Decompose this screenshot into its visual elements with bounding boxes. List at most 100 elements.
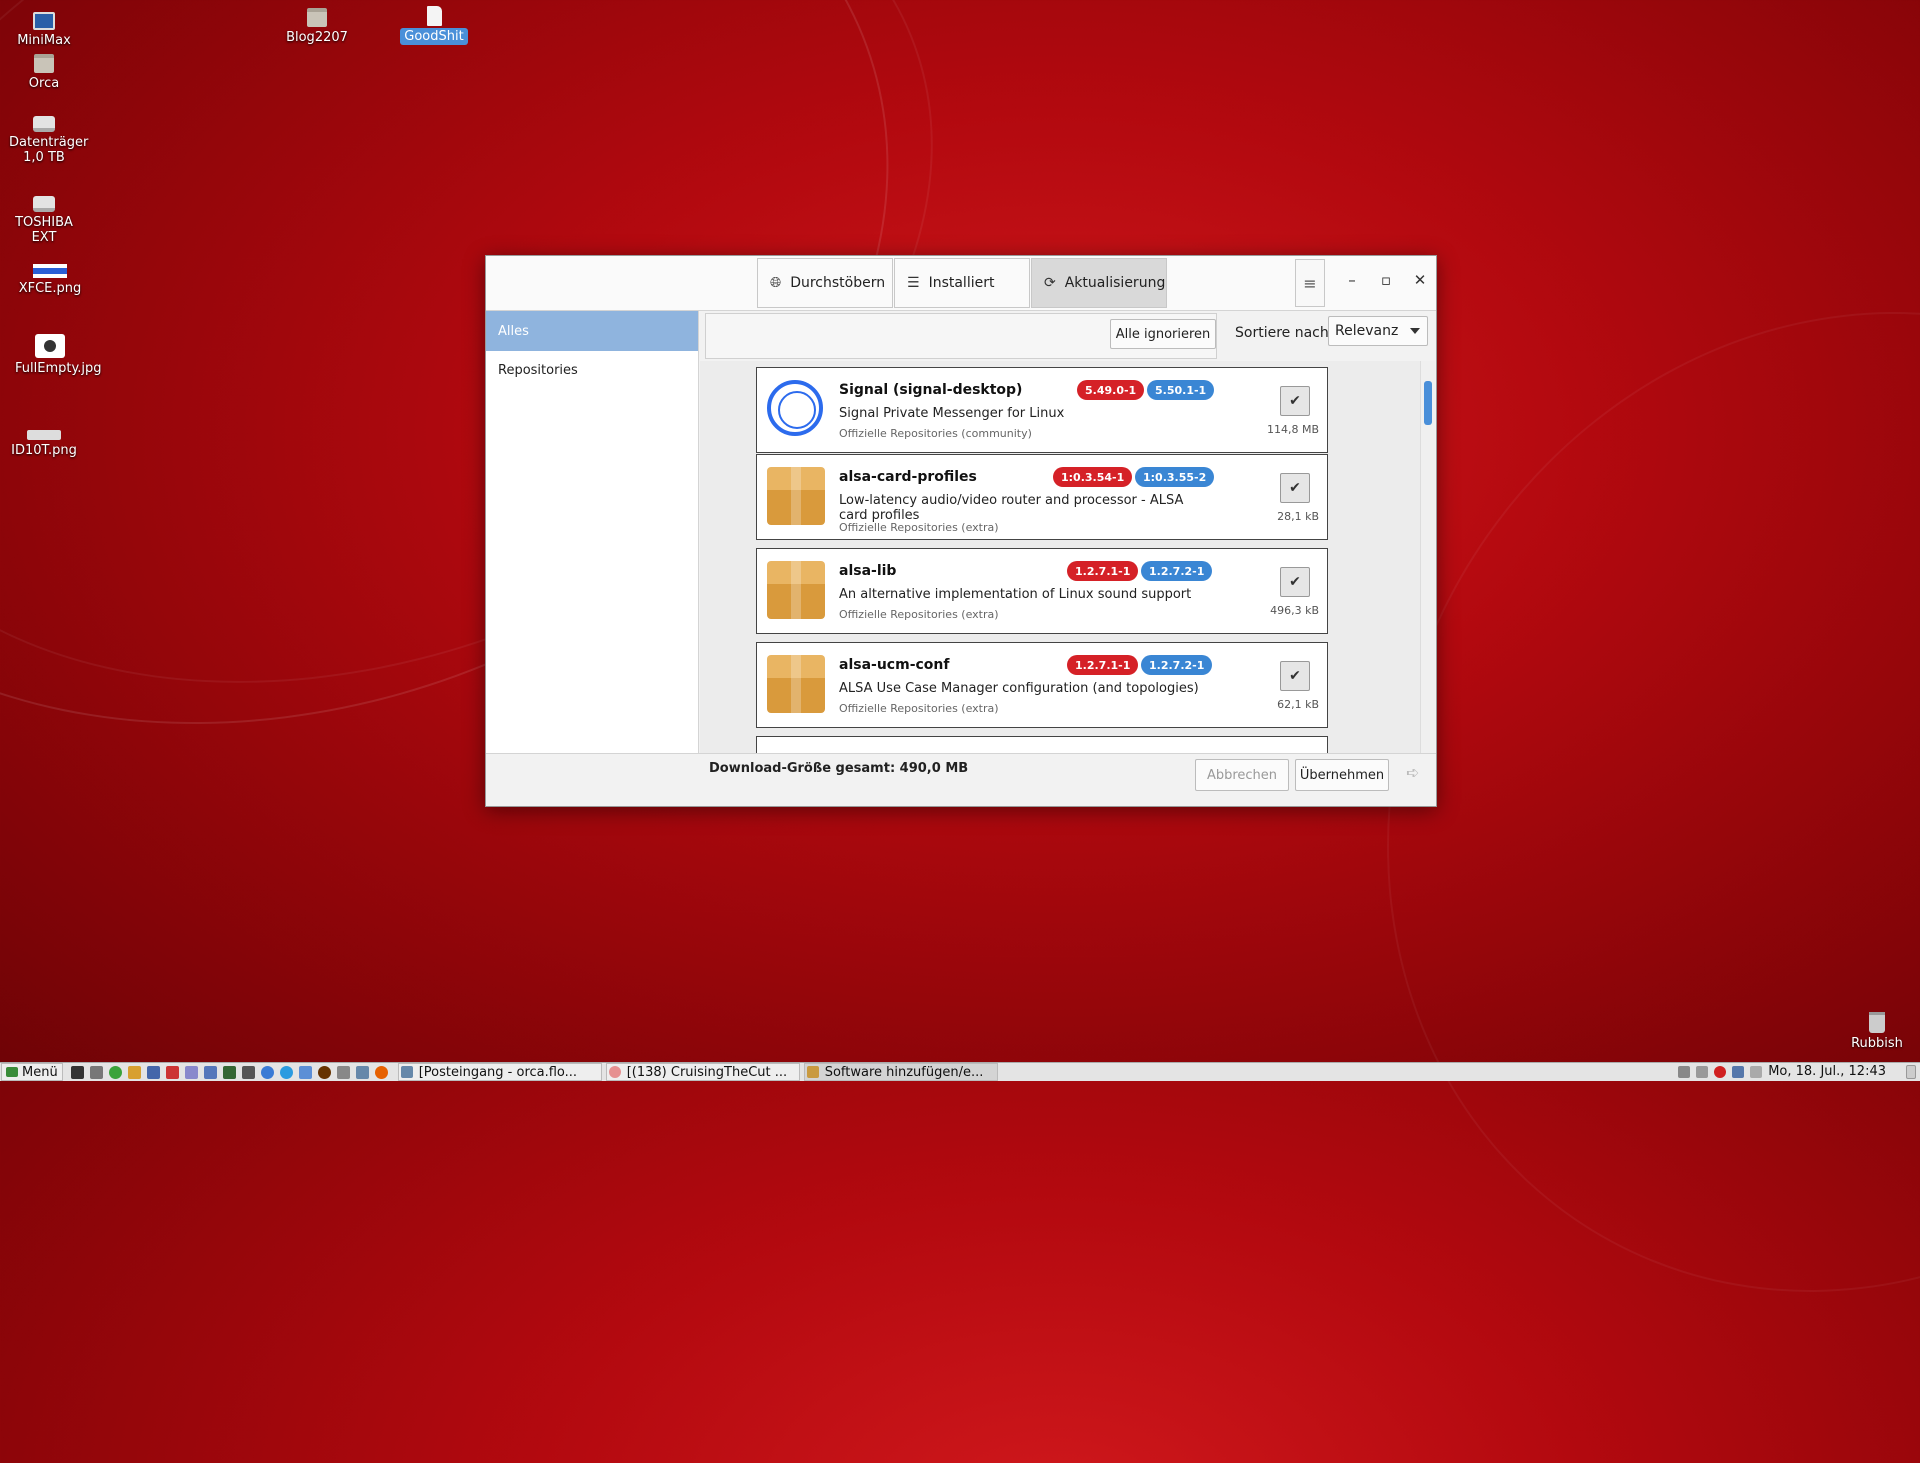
signal-icon <box>767 380 823 436</box>
image-file-icon <box>27 430 61 440</box>
trash-icon <box>1869 1012 1885 1033</box>
tab-updates[interactable]: ⟳ Aktualisierungen <box>1031 258 1167 308</box>
package-icon <box>806 1066 819 1078</box>
network-icon[interactable] <box>146 1065 160 1079</box>
package-card-signal[interactable]: Signal (signal-desktop) 5.49.0-1 5.50.1-… <box>756 367 1328 453</box>
new-version-badge: 1:0.3.55-2 <box>1135 467 1215 487</box>
package-card-alsa-ucm-conf[interactable]: alsa-ucm-conf 1.2.7.1-1 1.2.7.2-1 ALSA U… <box>756 642 1328 728</box>
taskbar: Menü [Posteingang - orca.flo... [(138) C… <box>0 1062 1920 1081</box>
update-alert-icon[interactable] <box>1714 1065 1727 1078</box>
firefox-icon[interactable] <box>374 1065 388 1079</box>
new-version-badge: 5.50.1-1 <box>1147 380 1215 400</box>
taskbar-task-mail[interactable]: [Posteingang - orca.flo... <box>397 1063 602 1081</box>
settings-icon[interactable] <box>127 1065 141 1079</box>
keyboard-icon[interactable] <box>1750 1065 1763 1078</box>
app-icon[interactable] <box>336 1065 350 1079</box>
app-icon[interactable] <box>165 1065 179 1079</box>
desktop-icon-xfce[interactable]: XFCE.png <box>2 264 98 297</box>
tab-installed[interactable]: ☰ Installiert <box>894 258 1030 308</box>
package-icon <box>767 467 825 525</box>
start-menu-button[interactable]: Menü <box>1 1063 63 1081</box>
hamburger-menu-button[interactable]: ≡ <box>1295 259 1325 307</box>
package-description: An alternative implementation of Linux s… <box>839 587 1192 602</box>
software-manager-window: 🌐︎ Durchstöbern ☰ Installiert ⟳ Aktualis… <box>485 255 1437 807</box>
cancel-button[interactable]: Abbrechen <box>1195 759 1289 791</box>
old-version-badge: 1:0.3.54-1 <box>1053 467 1133 487</box>
close-button[interactable]: ✕ <box>1408 268 1432 292</box>
network-icon[interactable] <box>1696 1065 1709 1078</box>
maximize-icon: ▫ <box>1380 271 1392 289</box>
apply-button[interactable]: Übernehmen <box>1295 759 1389 791</box>
taskbar-task-software[interactable]: Software hinzufügen/e... <box>803 1063 998 1081</box>
globe-icon: 🌐︎ <box>770 275 782 291</box>
forward-arrow-icon[interactable]: ➪ <box>1406 763 1419 782</box>
display-icon[interactable] <box>1732 1065 1745 1078</box>
desktop-icon-fullempty[interactable]: FullEmpty.jpg <box>2 334 102 377</box>
footer-bar: Download-Größe gesamt: 490,0 MB Abbreche… <box>486 753 1436 806</box>
new-version-badge: 1.2.7.2-1 <box>1141 561 1213 581</box>
browser-icon <box>608 1066 621 1078</box>
package-size: 114,8 MB <box>1266 423 1319 436</box>
app-icon[interactable] <box>184 1065 198 1079</box>
clock[interactable]: Mo, 18. Jul., 12:43 <box>1768 1064 1886 1079</box>
app-icon[interactable] <box>260 1065 274 1079</box>
desktop-icon-id10t[interactable]: ID10T.png <box>0 430 92 459</box>
computer-icon <box>33 12 55 30</box>
sort-label: Sortiere nach <box>1235 325 1329 341</box>
desktop-icon-goodshit[interactable]: GoodShit <box>386 6 482 45</box>
taskbar-task-browser[interactable]: [(138) CruisingTheCut ... <box>605 1063 800 1081</box>
terminal-icon[interactable] <box>70 1065 84 1079</box>
app-icon[interactable] <box>298 1065 312 1079</box>
update-checkbox[interactable]: ✔ <box>1280 567 1310 597</box>
package-card-partial[interactable] <box>756 736 1328 753</box>
telegram-icon[interactable] <box>279 1065 293 1079</box>
minimize-button[interactable]: – <box>1340 268 1364 292</box>
app-icon[interactable] <box>317 1065 331 1079</box>
package-icon <box>767 655 825 713</box>
app-icon[interactable] <box>203 1065 217 1079</box>
sidebar-item-all[interactable]: Alles <box>486 311 698 351</box>
scrollbar-thumb[interactable] <box>1424 381 1432 425</box>
package-icon <box>767 561 825 619</box>
desktop-icon-datentraeger[interactable]: Datenträger 1,0 TB <box>0 116 92 166</box>
update-checkbox[interactable]: ✔ <box>1280 661 1310 691</box>
drive-icon <box>33 116 55 132</box>
refresh-icon: ⟳ <box>1044 275 1056 291</box>
package-size: 496,3 kB <box>1270 604 1319 617</box>
update-checkbox[interactable]: ✔ <box>1280 386 1310 416</box>
list-icon: ☰ <box>907 275 920 291</box>
app-icon[interactable] <box>355 1065 369 1079</box>
desktop-icon-minimax[interactable]: MiniMax <box>0 12 92 49</box>
file-manager-icon[interactable] <box>89 1065 103 1079</box>
app-icon[interactable] <box>241 1065 255 1079</box>
maximize-button[interactable]: ▫ <box>1374 268 1398 292</box>
app-icon[interactable] <box>222 1065 236 1079</box>
package-description: ALSA Use Case Manager configuration (and… <box>839 681 1199 696</box>
image-file-icon <box>33 264 67 278</box>
package-description: Low-latency audio/video router and proce… <box>839 493 1184 523</box>
package-card-alsa-lib[interactable]: alsa-lib 1.2.7.1-1 1.2.7.2-1 An alternat… <box>756 548 1328 634</box>
header-bar: 🌐︎ Durchstöbern ☰ Installiert ⟳ Aktualis… <box>486 256 1436 311</box>
sidebar-item-repositories[interactable]: Repositories <box>486 351 698 389</box>
package-card-alsa-card-profiles[interactable]: alsa-card-profiles 1:0.3.54-1 1:0.3.55-2… <box>756 454 1328 540</box>
list-scrollbar[interactable] <box>1420 361 1435 753</box>
show-desktop-button[interactable] <box>1906 1064 1916 1079</box>
package-name: alsa-ucm-conf <box>839 657 950 673</box>
update-checkbox[interactable]: ✔ <box>1280 473 1310 503</box>
package-repo: Offizielle Repositories (community) <box>839 427 1032 440</box>
ignore-all-button[interactable]: Alle ignorieren <box>1110 319 1216 349</box>
desktop-icon-orca[interactable]: Orca <box>0 54 92 92</box>
sidebar: Alles Repositories <box>486 311 699 753</box>
folder-icon <box>307 8 327 27</box>
browser-icon[interactable] <box>108 1065 122 1079</box>
volume-icon[interactable] <box>1678 1065 1691 1078</box>
desktop-icon-toshiba[interactable]: TOSHIBA EXT <box>0 196 92 246</box>
tab-browse[interactable]: 🌐︎ Durchstöbern <box>757 258 893 308</box>
filter-bar: Alle ignorieren <box>705 313 1217 359</box>
image-file-icon <box>35 334 65 358</box>
desktop-icon-blog2207[interactable]: Blog2207 <box>269 8 365 46</box>
desktop-icon-rubbish[interactable]: Rubbish <box>1829 1012 1920 1052</box>
package-repo: Offizielle Repositories (extra) <box>839 521 999 534</box>
sort-dropdown[interactable]: Relevanz <box>1328 316 1428 346</box>
dropdown-arrow-icon <box>1410 328 1420 334</box>
